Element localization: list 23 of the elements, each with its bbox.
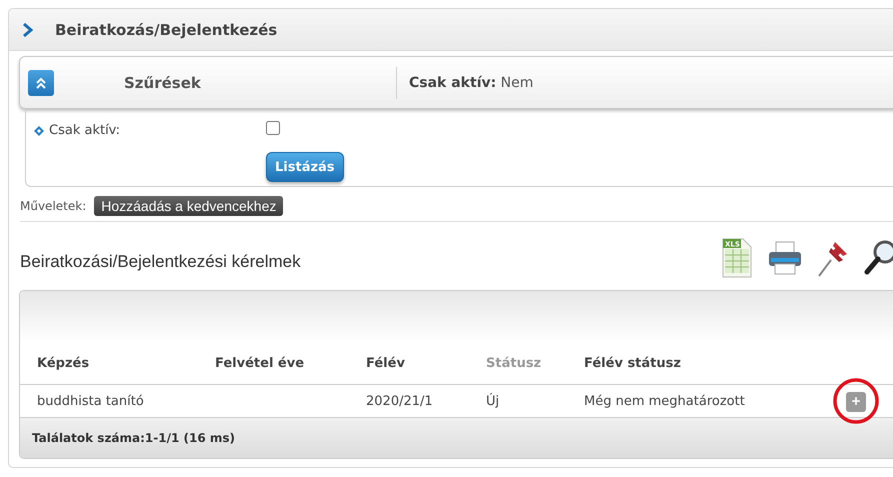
chevron-icon xyxy=(23,22,33,36)
column-header[interactable]: Felvétel éve xyxy=(215,356,366,371)
column-header[interactable]: Félév xyxy=(366,356,486,371)
column-header[interactable]: Képzés xyxy=(37,356,215,371)
page-title: Beiratkozás/Bejelentkezés xyxy=(55,20,278,38)
column-header[interactable]: Félév státusz xyxy=(584,356,846,371)
table-cell-text: 2020/21/1 xyxy=(366,394,434,408)
checkbox[interactable] xyxy=(266,121,280,135)
filter-title: Szűrések xyxy=(124,74,202,92)
table-cell-text: buddhista tanító xyxy=(37,394,145,408)
table-cell-text: Még nem meghatározott xyxy=(584,394,746,408)
double-chevron-icon xyxy=(35,76,47,90)
section-title: Beiratkozási/Bejelentkezési kérelmek xyxy=(20,252,301,272)
results-count: Találatok száma:1-1/1 (16 ms) xyxy=(32,431,236,445)
filter-summary: Csak aktív: Nem xyxy=(409,74,534,90)
table-cell-text: Új xyxy=(486,394,500,408)
printer-icon xyxy=(767,240,803,276)
list-button[interactable]: Listázás xyxy=(266,152,344,182)
field-label: Csak aktív: xyxy=(49,123,120,138)
operations-label: Műveletek: xyxy=(20,199,86,213)
favorites-button[interactable]: Hozzáadás a kedvencekhez xyxy=(94,196,284,216)
collapse-button[interactable] xyxy=(28,70,54,96)
diamond-icon xyxy=(34,126,44,136)
